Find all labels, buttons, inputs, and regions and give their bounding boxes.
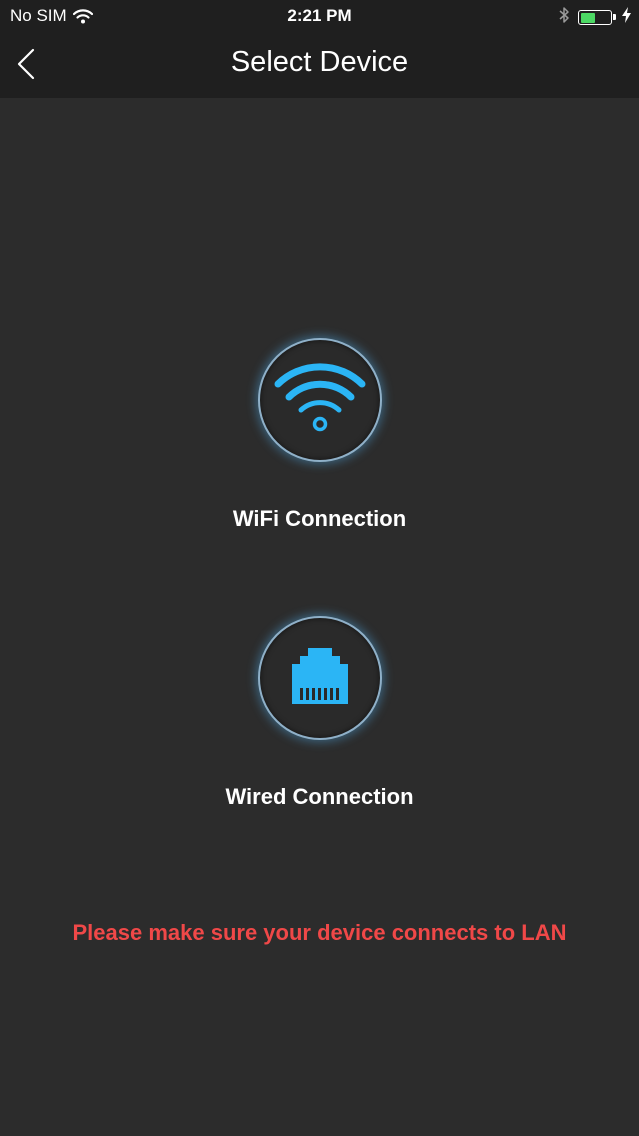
wifi-connection-option[interactable]: WiFi Connection [0,338,639,532]
status-right-group [559,6,631,29]
select-device-screen: No SIM 2:21 PM Select Device WiFi Connec… [0,0,639,1136]
page-title: Select Device [230,46,409,78]
bluetooth-icon [559,6,570,29]
wired-connection-option[interactable]: Wired Connection [0,616,639,810]
status-bar: No SIM 2:21 PM [0,0,639,32]
wifi-icon [272,358,368,443]
wifi-connection-button[interactable] [257,338,382,462]
battery-fill [580,12,595,23]
battery-icon [578,10,616,25]
wired-connection-button[interactable] [257,616,382,740]
lan-hint-text: Please make sure your device connects to… [72,920,567,945]
wifi-connection-label: WiFi Connection [232,506,407,531]
wired-connection-label: Wired Connection [225,784,414,809]
charging-bolt-icon [622,7,631,28]
status-time: 2:21 PM [287,6,352,25]
ethernet-port-icon [290,646,350,711]
header: No SIM 2:21 PM Select Device [0,0,639,98]
nav-bar: Select Device [0,32,639,98]
